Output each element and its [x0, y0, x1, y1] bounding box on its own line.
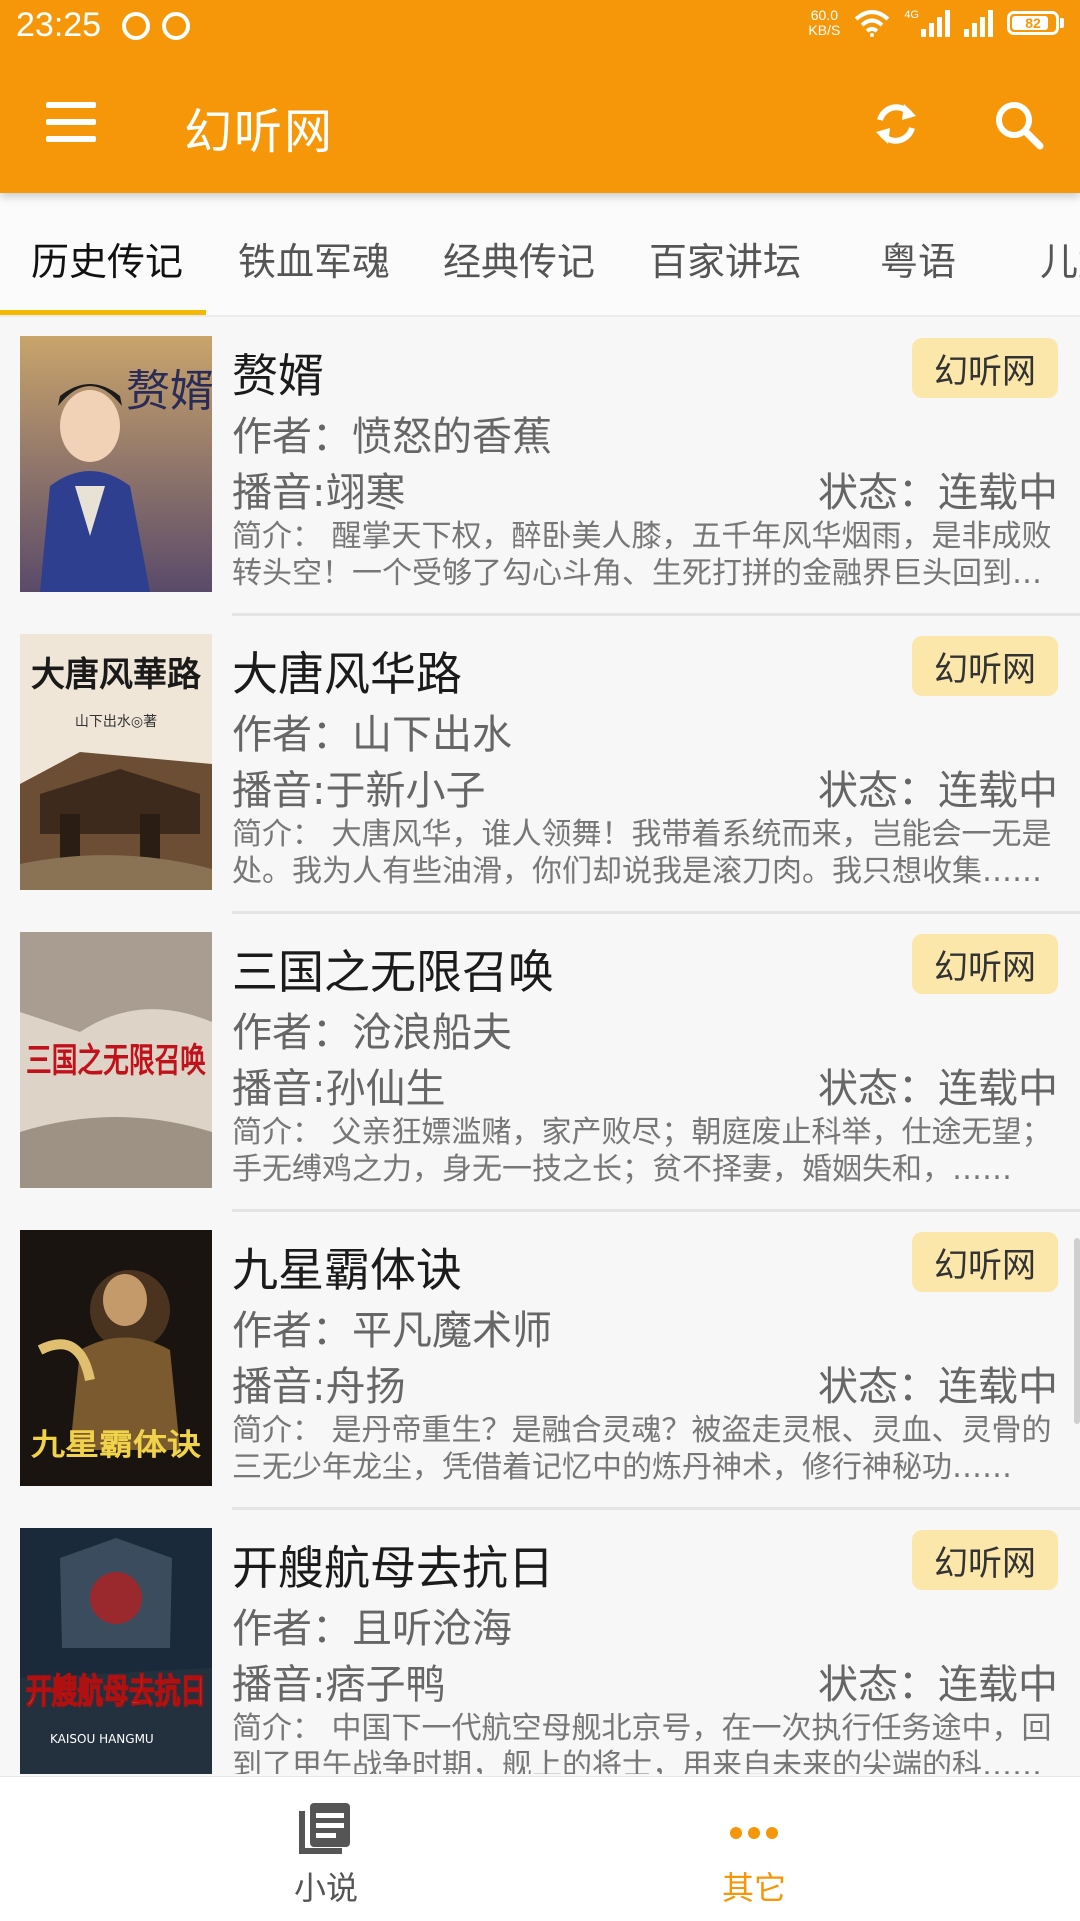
source-badge[interactable]: 幻听网 [912, 636, 1058, 696]
book-title[interactable]: 大唐风华路 [232, 638, 462, 704]
cover-title: 开艘航母去抗日 [26, 1672, 206, 1712]
book-narrator: 播音:翊寒 [232, 470, 406, 516]
book-title[interactable]: 三国之无限召唤 [232, 936, 554, 1002]
book-narrator: 播音:孙仙生 [232, 1066, 446, 1112]
book-cover[interactable]: 开艘航母去抗日 KAISOU HANGMU [20, 1528, 212, 1774]
book-description: 简介： 醒掌天下权，醉卧美人膝，五千年风华烟雨，是非成败转头空！一个受够了勾心斗… [232, 519, 1052, 591]
scrollbar[interactable] [1074, 1238, 1080, 1424]
source-badge[interactable]: 幻听网 [912, 1530, 1058, 1590]
tab-children[interactable]: 儿童 [1040, 231, 1080, 286]
app-title: 幻听网 [184, 104, 335, 160]
list-item[interactable]: 九星霸体诀 九星霸体诀 幻听网 作者：平凡魔术师 播音:舟扬 状态：连载中 简介… [0, 1212, 1080, 1510]
book-cover[interactable]: 三国之无限召唤 [20, 932, 212, 1188]
book-status: 状态：连载中 [818, 1662, 1058, 1708]
book-author: 作者：且听沧海 [232, 1606, 512, 1652]
list-item[interactable]: 三国之无限召唤 三国之无限召唤 幻听网 作者：沧浪船夫 播音:孙仙生 状态：连载… [0, 914, 1080, 1212]
nav-other[interactable]: 其它 [604, 1777, 904, 1921]
book-description: 简介： 父亲狂嫖滥赌，家产败尽；朝庭废止科举，仕途无望；手无缚鸡之力，身无一技之… [232, 1115, 1052, 1187]
signal-icon [921, 9, 950, 37]
nav-label: 其它 [721, 1869, 786, 1907]
nav-novels[interactable]: 小说 [176, 1777, 476, 1921]
cover-title: 赘婿 [126, 366, 212, 417]
bottom-nav: 小说 其它 [0, 1776, 1080, 1921]
app-bar: 23:25 60.0 KB/S 4G 82 幻听网 [0, 0, 1080, 193]
more-dots-icon [730, 1827, 778, 1839]
tab-history-biography[interactable]: 历史传记 [31, 231, 183, 286]
status-time: 23:25 [16, 6, 102, 44]
cover-title: 三国之无限召唤 [26, 1041, 206, 1081]
tab-divider [0, 315, 1080, 317]
list-item[interactable]: 赘婿 赘婿 幻听网 作者：愤怒的香蕉 播音:翊寒 状态：连载中 简介： 醒掌天下… [0, 318, 1080, 616]
hamburger-menu-icon[interactable] [46, 102, 98, 142]
notification-icon [122, 12, 150, 40]
book-author: 作者：平凡魔术师 [232, 1308, 552, 1354]
list-item[interactable]: 大唐风華路 山下出水◎著 大唐风华路 幻听网 作者：山下出水 播音:于新小子 状… [0, 616, 1080, 914]
book-title[interactable]: 九星霸体诀 [232, 1234, 462, 1300]
tab-military[interactable]: 铁血军魂 [238, 231, 390, 286]
list-item[interactable]: 开艘航母去抗日 KAISOU HANGMU 开艘航母去抗日 幻听网 作者：且听沧… [0, 1510, 1080, 1774]
wifi-icon [854, 10, 890, 37]
status-indicators: 60.0 KB/S 4G 82 [808, 8, 1064, 38]
nav-label: 小说 [293, 1869, 358, 1907]
book-cover[interactable]: 赘婿 [20, 336, 212, 592]
book-status: 状态：连载中 [818, 470, 1058, 516]
book-author: 作者：山下出水 [232, 712, 512, 758]
book-list-icon [299, 1803, 350, 1854]
tab-cantonese[interactable]: 粤语 [880, 231, 956, 286]
book-status: 状态：连载中 [818, 1066, 1058, 1112]
book-author: 作者：愤怒的香蕉 [232, 414, 552, 460]
battery-icon: 82 [1007, 11, 1059, 35]
cover-title: 大唐风華路 [31, 655, 202, 695]
net-speed: 60.0 KB/S [808, 8, 840, 38]
cover-subtitle: 山下出水◎著 [75, 714, 157, 730]
book-description: 简介： 大唐风华，谁人领舞！我带着系统而来，岂能会一无是处。我为人有些油滑，你们… [232, 817, 1052, 889]
book-title[interactable]: 赘婿 [232, 340, 324, 406]
cover-title: 九星霸体诀 [31, 1428, 201, 1463]
book-cover[interactable]: 大唐风華路 山下出水◎著 [20, 634, 212, 890]
book-cover[interactable]: 九星霸体诀 [20, 1230, 212, 1486]
source-badge[interactable]: 幻听网 [912, 1232, 1058, 1292]
source-badge[interactable]: 幻听网 [912, 934, 1058, 994]
tab-classic-biography[interactable]: 经典传记 [443, 231, 595, 286]
category-tabs: 历史传记 铁血军魂 经典传记 百家讲坛 粤语 儿童 [0, 193, 1080, 317]
search-icon[interactable] [990, 96, 1050, 156]
net-speed-value: 60.0 [810, 7, 838, 23]
book-narrator: 播音:痞子鸭 [232, 1662, 446, 1708]
refresh-icon[interactable] [866, 94, 926, 154]
book-status: 状态：连载中 [818, 768, 1058, 814]
signal-icon-2 [964, 9, 993, 37]
battery-level: 82 [1025, 15, 1041, 31]
network-type: 4G [904, 9, 919, 21]
check-circle-icon [162, 12, 190, 40]
tab-lecture-room[interactable]: 百家讲坛 [649, 231, 801, 286]
book-narrator: 播音:于新小子 [232, 768, 486, 814]
book-list: 赘婿 赘婿 幻听网 作者：愤怒的香蕉 播音:翊寒 状态：连载中 简介： 醒掌天下… [0, 318, 1080, 1774]
source-badge[interactable]: 幻听网 [912, 338, 1058, 398]
book-description: 简介： 中国下一代航空母舰北京号，在一次执行任务途中，回到了甲午战争时期，舰上的… [232, 1711, 1052, 1774]
book-title[interactable]: 开艘航母去抗日 [232, 1532, 554, 1598]
book-author: 作者：沧浪船夫 [232, 1010, 512, 1056]
net-speed-unit: KB/S [808, 22, 841, 38]
book-narrator: 播音:舟扬 [232, 1364, 406, 1410]
book-status: 状态：连载中 [818, 1364, 1058, 1410]
book-description: 简介： 是丹帝重生？是融合灵魂？被盗走灵根、灵血、灵骨的三无少年龙尘，凭借着记忆… [232, 1413, 1052, 1485]
cover-subtitle: KAISOU HANGMU [50, 1732, 154, 1746]
